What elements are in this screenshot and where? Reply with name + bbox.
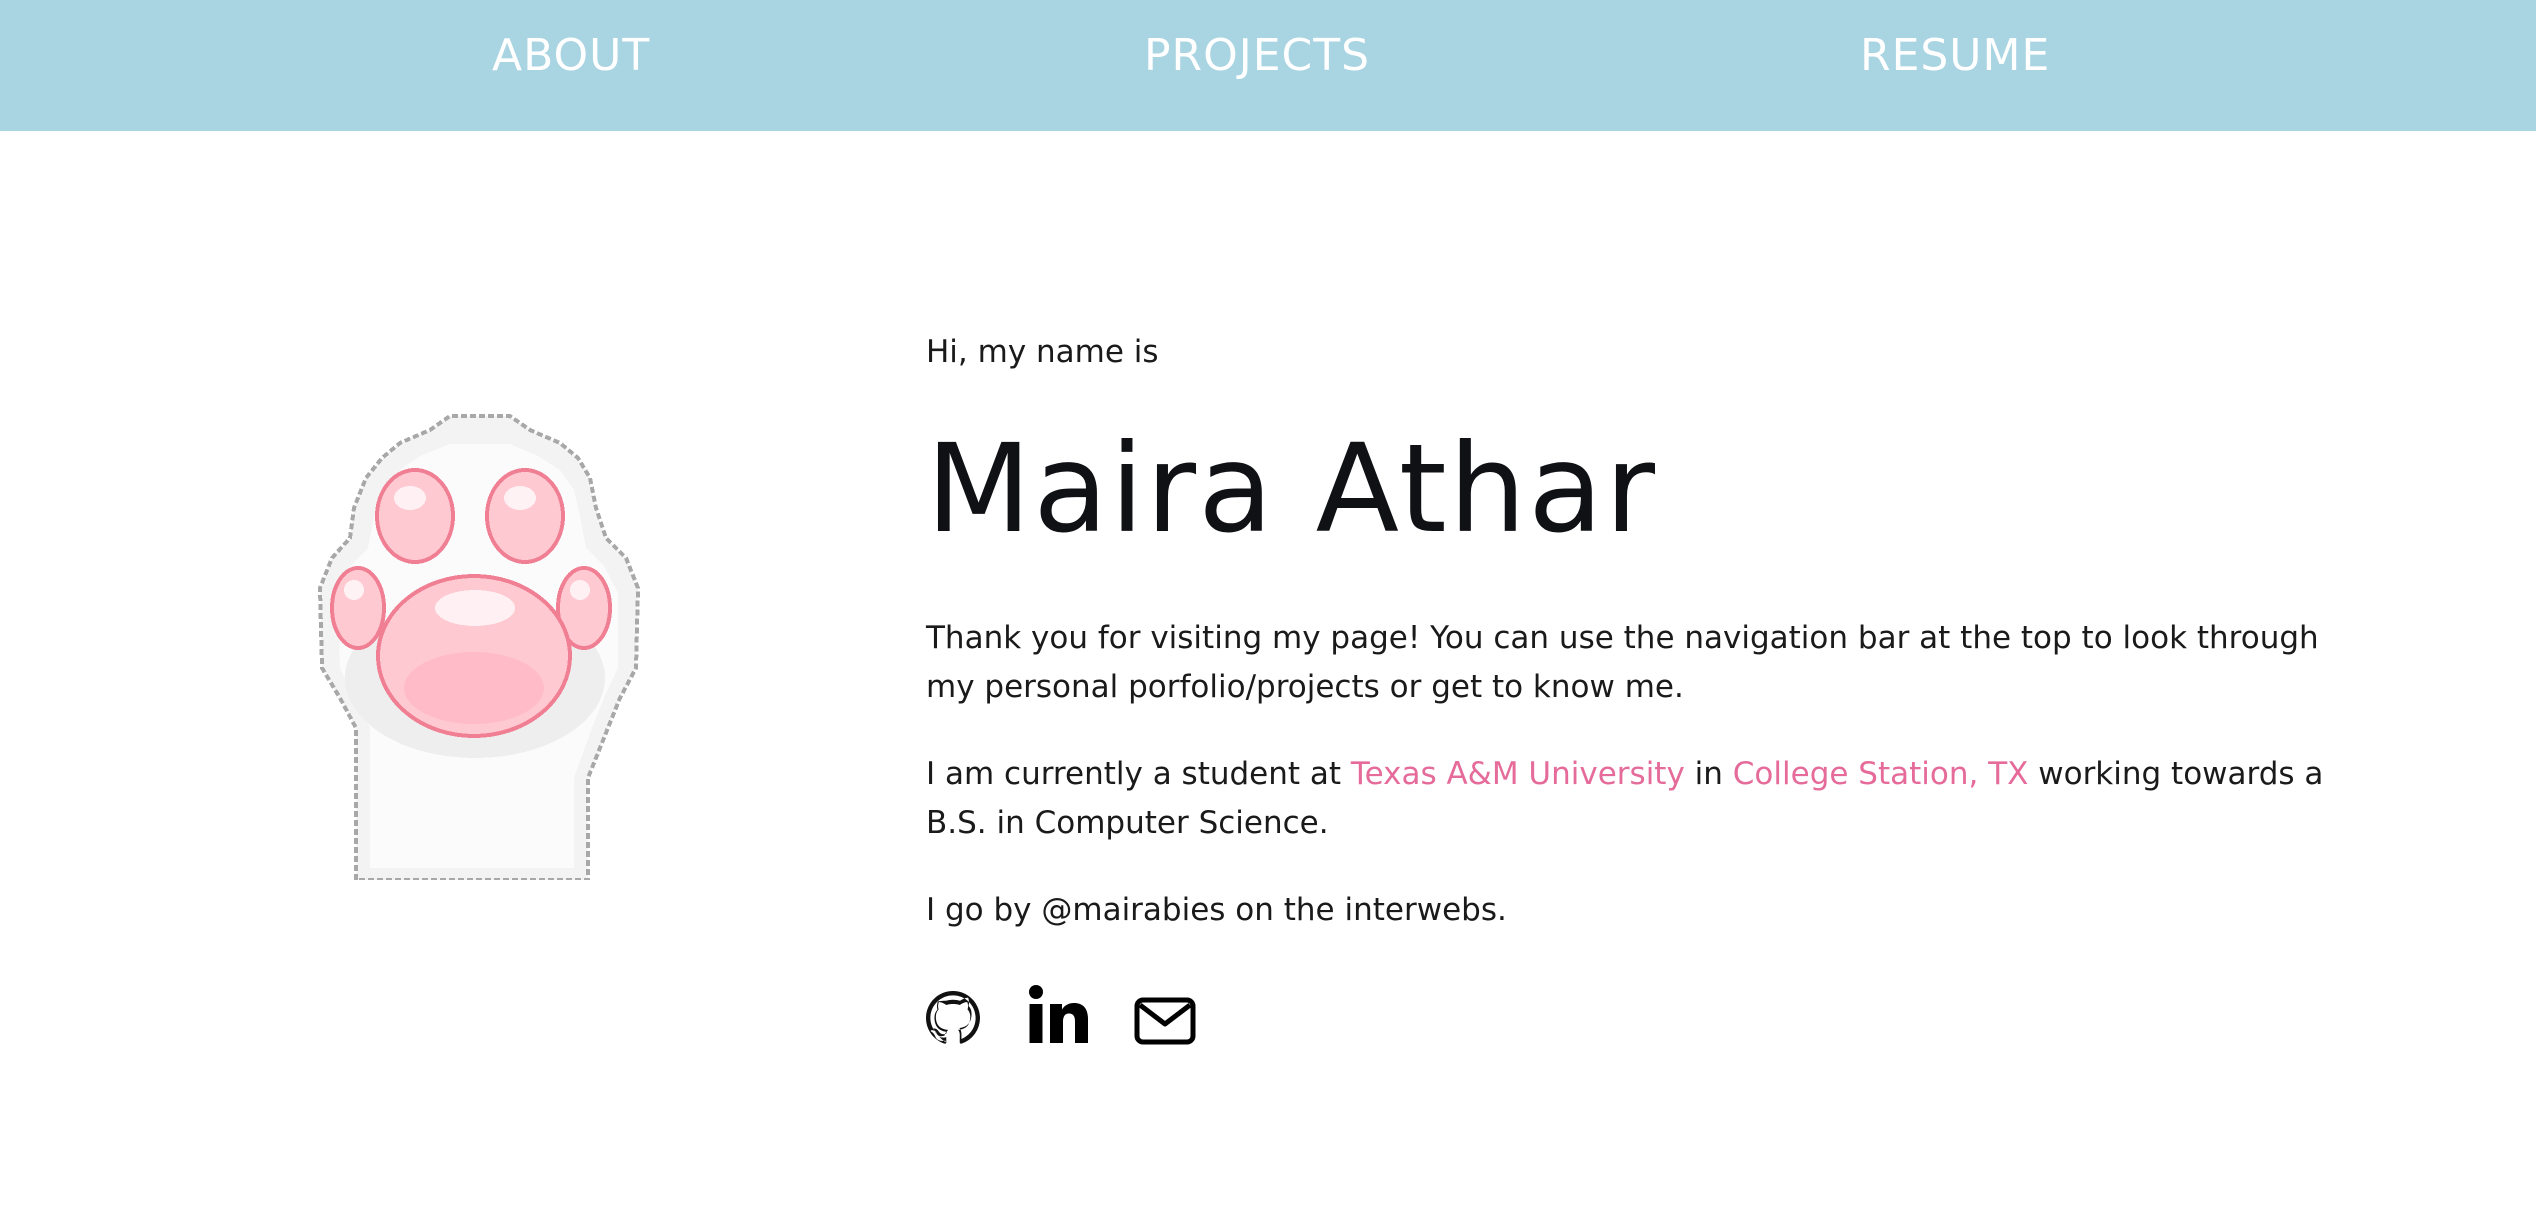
nav-link-projects[interactable]: PROJECTS xyxy=(1144,30,1370,81)
cat-paw-image xyxy=(317,414,641,880)
intro-text: Hi, my name is xyxy=(926,334,1159,370)
mail-icon[interactable] xyxy=(1134,997,1196,1045)
university-link[interactable]: Texas A&M University xyxy=(1351,756,1685,792)
nav-link-resume[interactable]: RESUME xyxy=(1860,30,2050,81)
welcome-paragraph: Thank you for visiting my page! You can … xyxy=(926,620,2319,705)
location-link[interactable]: College Station, TX xyxy=(1733,756,2029,792)
hero-content: Hi, my name is Maira Athar Thank you for… xyxy=(926,330,2366,935)
nav-link-about[interactable]: ABOUT xyxy=(492,30,650,81)
linkedin-icon[interactable] xyxy=(1028,985,1088,1043)
student-paragraph: I am currently a student at Texas A&M Un… xyxy=(926,750,2346,848)
page-title: Maira Athar xyxy=(926,418,1658,560)
github-icon[interactable] xyxy=(926,991,980,1045)
student-text-prefix: I am currently a student at xyxy=(926,756,1351,792)
top-navbar: ABOUT PROJECTS RESUME xyxy=(0,0,2536,131)
student-text-middle: in xyxy=(1684,756,1733,792)
handle-paragraph: I go by @mairabies on the interwebs. xyxy=(926,892,1507,928)
